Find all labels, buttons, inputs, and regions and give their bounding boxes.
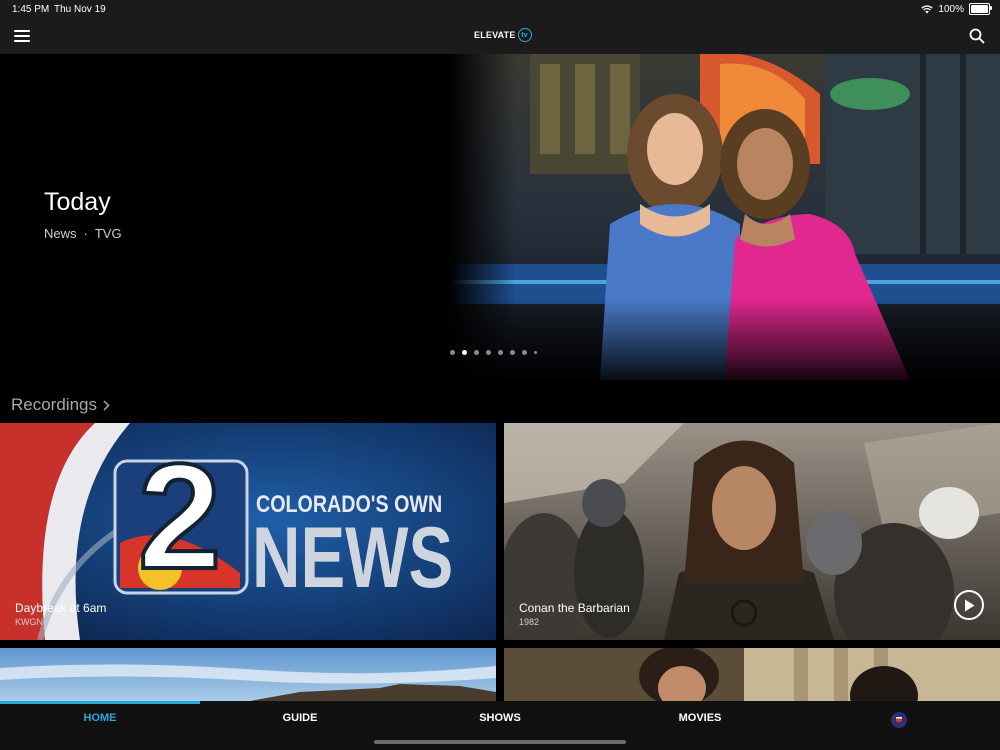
carousel-dots bbox=[450, 350, 537, 355]
tile-subtitle: 1982 bbox=[519, 617, 540, 627]
drama-thumbnail bbox=[504, 648, 1000, 701]
carousel-dot[interactable] bbox=[498, 350, 503, 355]
hero-genre: News bbox=[44, 226, 77, 241]
news-art-title: NEWS bbox=[252, 510, 454, 606]
hero-image bbox=[450, 54, 1000, 380]
recordings-header[interactable]: Recordings bbox=[11, 395, 110, 415]
carousel-dot[interactable] bbox=[450, 350, 455, 355]
hero-separator: · bbox=[83, 226, 88, 241]
app-logo: ELEVATE tv bbox=[474, 28, 532, 42]
recording-tile-conan[interactable]: Conan the Barbarian 1982 bbox=[504, 423, 1000, 640]
battery-percent: 100% bbox=[938, 3, 964, 15]
active-tab-indicator bbox=[0, 701, 200, 704]
hero-banner[interactable]: Today News · TVG bbox=[0, 54, 1000, 380]
status-time: 1:45 PM bbox=[12, 4, 50, 15]
carousel-dot[interactable] bbox=[534, 351, 537, 354]
logo-text: ELEVATE bbox=[474, 30, 516, 40]
recordings-header-label: Recordings bbox=[11, 395, 97, 414]
tile-title: Daybreak at 6am bbox=[15, 601, 107, 615]
tab-home[interactable]: HOME bbox=[0, 712, 200, 724]
tab-shows[interactable]: SHOWS bbox=[400, 712, 600, 724]
hero-title: Today bbox=[44, 188, 111, 216]
home-indicator bbox=[374, 740, 626, 744]
tab-movies[interactable]: MOVIES bbox=[600, 712, 800, 724]
recording-tile-landscape[interactable] bbox=[0, 648, 496, 701]
play-button[interactable] bbox=[954, 590, 984, 620]
hero-meta: News · TVG bbox=[44, 226, 122, 241]
chevron-right-icon bbox=[103, 399, 110, 411]
news-logo-numeral: 2 bbox=[136, 432, 223, 600]
tab-guide[interactable]: GUIDE bbox=[200, 712, 400, 724]
carousel-dot[interactable] bbox=[522, 350, 527, 355]
hero-rating: TVG bbox=[94, 226, 122, 241]
wifi-icon bbox=[921, 4, 934, 13]
carousel-dot[interactable] bbox=[474, 350, 479, 355]
logo-tv-badge: tv bbox=[517, 28, 532, 42]
avatar-icon bbox=[891, 712, 907, 728]
tile-title: Conan the Barbarian bbox=[519, 601, 630, 615]
carousel-dot[interactable] bbox=[510, 350, 515, 355]
hamburger-menu-icon[interactable] bbox=[14, 30, 30, 43]
landscape-thumbnail bbox=[0, 648, 496, 701]
recording-tile-daybreak[interactable]: 2 COLORADO'S OWN NEWS Daybreak at 6am KW… bbox=[0, 423, 496, 640]
tile-subtitle: KWGN bbox=[15, 617, 43, 627]
play-icon bbox=[964, 599, 974, 611]
carousel-dot-active[interactable] bbox=[462, 350, 467, 355]
status-bar: 1:45 PM Thu Nov 19 100% bbox=[0, 0, 1000, 20]
carousel-dot[interactable] bbox=[486, 350, 491, 355]
top-nav: ELEVATE tv bbox=[0, 20, 1000, 54]
profile-avatar[interactable] bbox=[891, 712, 907, 728]
status-right: 100% bbox=[921, 3, 992, 15]
recording-tile-drama[interactable] bbox=[504, 648, 1000, 701]
battery-icon bbox=[969, 3, 992, 15]
search-icon[interactable] bbox=[969, 28, 985, 44]
status-date: Thu Nov 19 bbox=[54, 4, 106, 15]
